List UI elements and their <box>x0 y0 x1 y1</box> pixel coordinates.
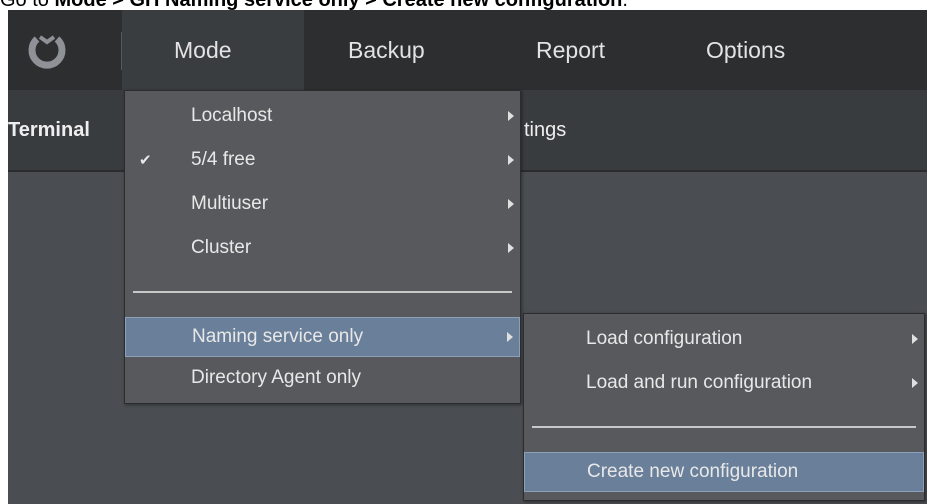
submenu-arrow-icon <box>507 332 513 342</box>
app-logo-icon <box>28 35 66 69</box>
tab-settings-label: tings <box>524 119 567 141</box>
menu-item-load-and-run-configuration[interactable]: Load and run configuration <box>524 364 924 402</box>
menu-item-free[interactable]: ✔ 5/4 free <box>125 141 520 179</box>
tab-settings[interactable]: tings <box>524 90 566 170</box>
submenu-arrow-icon <box>508 111 514 121</box>
menu-item-create-new-configuration[interactable]: Create new configuration <box>524 452 924 492</box>
menu-item-naming-service-only[interactable]: Naming service only <box>125 317 520 357</box>
submenu-arrow-icon <box>508 155 514 165</box>
instruction-caption: Go to Mode > GH Naming service only > Cr… <box>0 0 927 10</box>
menu-item-naming-service-only-label: Naming service only <box>192 326 364 347</box>
menu-item-directory-agent-only-label: Directory Agent only <box>191 367 362 388</box>
menu-divider <box>133 291 512 293</box>
menu-divider <box>532 426 916 428</box>
submenu-arrow-icon <box>912 378 918 388</box>
naming-service-submenu: Load configuration Load and run configur… <box>523 313 925 501</box>
menu-item-localhost[interactable]: Localhost <box>125 97 520 135</box>
menubar: Mode Backup Report Options <box>8 10 927 90</box>
tab-terminal[interactable]: Terminal <box>8 90 90 170</box>
menu-report[interactable]: Report <box>536 10 605 90</box>
menu-item-load-and-run-configuration-label: Load and run configuration <box>586 372 813 393</box>
menu-item-cluster[interactable]: Cluster <box>125 229 520 267</box>
menu-item-multiuser[interactable]: Multiuser <box>125 185 520 223</box>
menu-item-cluster-label: Cluster <box>191 237 252 258</box>
menu-options-label: Options <box>706 37 786 63</box>
app-window: Mode Backup Report Options Terminal ting… <box>8 10 927 504</box>
tab-terminal-label: Terminal <box>8 119 90 141</box>
menu-mode[interactable]: Mode <box>122 10 304 90</box>
menu-backup-label: Backup <box>348 37 425 63</box>
menu-item-load-configuration[interactable]: Load configuration <box>524 320 924 358</box>
menu-item-multiuser-label: Multiuser <box>191 193 269 214</box>
menu-item-load-configuration-label: Load configuration <box>586 328 743 349</box>
submenu-arrow-icon <box>912 334 918 344</box>
menu-item-free-label: 5/4 free <box>191 149 256 170</box>
menu-backup[interactable]: Backup <box>348 10 425 90</box>
mode-dropdown-menu: Localhost ✔ 5/4 free Multiuser Cluster N… <box>124 90 521 404</box>
menu-report-label: Report <box>536 37 606 63</box>
submenu-arrow-icon <box>508 243 514 253</box>
menu-options[interactable]: Options <box>706 10 785 90</box>
checkmark-icon: ✔ <box>139 152 152 169</box>
menu-mode-label: Mode <box>174 37 232 63</box>
menu-item-directory-agent-only[interactable]: Directory Agent only <box>125 359 520 397</box>
submenu-arrow-icon <box>508 199 514 209</box>
menu-item-create-new-configuration-label: Create new configuration <box>587 461 799 482</box>
menu-item-localhost-label: Localhost <box>191 105 273 126</box>
